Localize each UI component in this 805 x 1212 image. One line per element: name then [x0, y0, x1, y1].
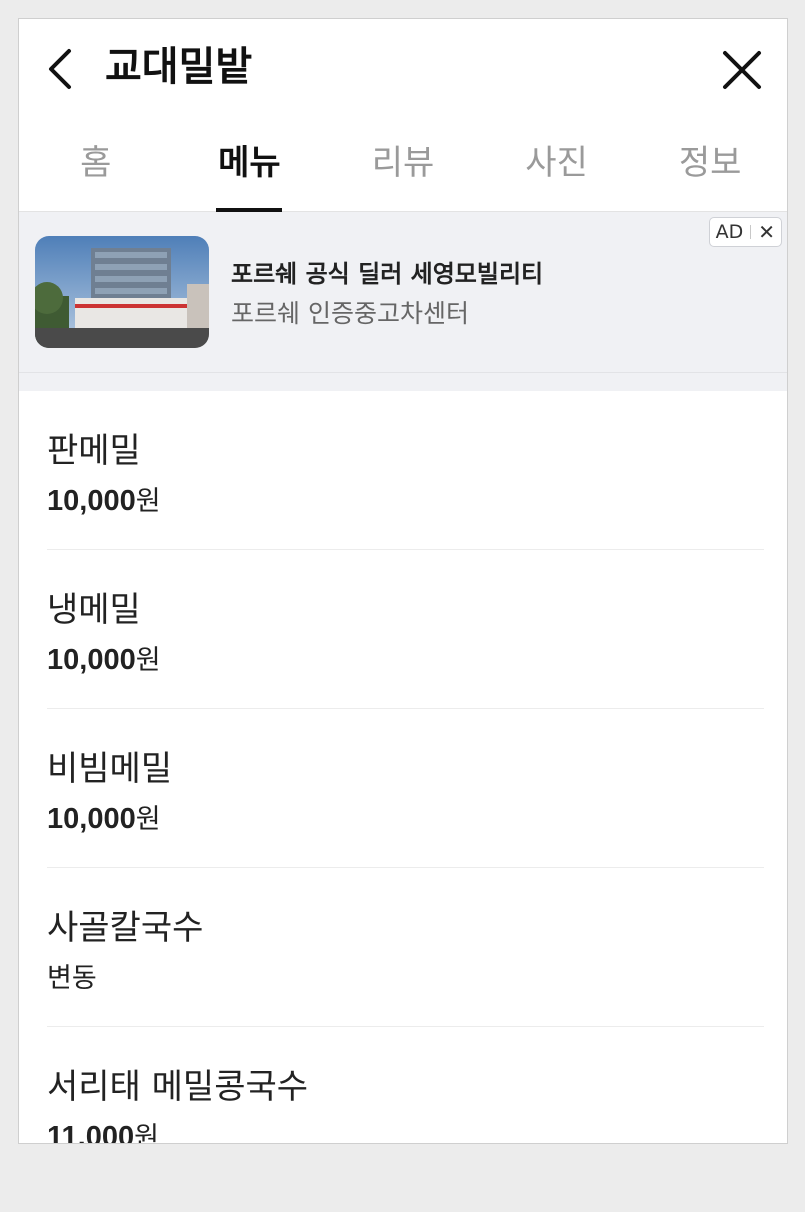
menu-list: 판메밀 10,000원 냉메밀 10,000원 비빔메밀 10,000원 사골칼… — [19, 391, 787, 1144]
menu-item[interactable]: 서리태 메밀콩국수 11,000원 — [47, 1027, 764, 1144]
menu-item[interactable]: 사골칼국수 변동 — [47, 868, 764, 1027]
page-title: 교대밀밭 — [105, 44, 253, 90]
menu-item[interactable]: 판메밀 10,000원 — [47, 391, 764, 550]
price-number: 10,000 — [47, 803, 136, 835]
menu-item-name: 비빔메밀 — [47, 749, 173, 789]
price-number: 11,000 — [47, 1121, 135, 1144]
menu-item-name: 사골칼국수 — [47, 908, 204, 948]
price-unit: 원 — [135, 804, 161, 835]
menu-item-price: 11,000원 — [47, 1115, 159, 1144]
tab-home[interactable]: 홈 — [19, 127, 173, 211]
ad-close-icon[interactable]: ✕ — [758, 220, 775, 244]
ad-subtitle[interactable]: 포르쉐 인증중고차센터 — [231, 294, 469, 330]
ad-title[interactable]: 포르쉐 공식 딜러 세영모빌리티 — [231, 254, 543, 289]
price-number: 10,000 — [47, 644, 136, 676]
header: 교대밀밭 — [19, 19, 787, 127]
menu-item-price: 10,000원 — [47, 638, 161, 677]
tab-bar: 홈 메뉴 리뷰 사진 정보 — [19, 127, 787, 212]
menu-item-price: 10,000원 — [47, 479, 161, 518]
menu-item-name: 서리태 메밀콩국수 — [47, 1067, 309, 1107]
chevron-left-icon[interactable] — [45, 47, 75, 91]
tab-photos[interactable]: 사진 — [480, 127, 634, 211]
close-icon[interactable] — [721, 49, 763, 91]
ad-banner[interactable]: 포르쉐 공식 딜러 세영모빌리티 포르쉐 인증중고차센터 AD ✕ — [19, 212, 787, 373]
menu-item-name: 판메밀 — [47, 431, 141, 471]
ad-badge: AD ✕ — [708, 217, 782, 247]
price-number: 10,000 — [47, 485, 136, 517]
ad-badge-divider — [750, 225, 752, 239]
price-unit: 원 — [135, 645, 161, 676]
ad-label: AD — [715, 221, 744, 243]
price-unit: 원 — [135, 486, 161, 517]
tab-info[interactable]: 정보 — [633, 127, 787, 211]
tab-menu[interactable]: 메뉴 — [173, 127, 327, 212]
menu-item[interactable]: 냉메밀 10,000원 — [47, 550, 764, 709]
menu-item-price: 10,000원 — [47, 797, 161, 836]
menu-item-price: 변동 — [47, 956, 97, 995]
menu-item-name: 냉메밀 — [47, 590, 141, 630]
tab-reviews[interactable]: 리뷰 — [326, 127, 480, 211]
section-gap — [19, 373, 787, 391]
price-unit: 원 — [134, 1122, 159, 1144]
menu-item[interactable]: 비빔메밀 10,000원 — [47, 709, 764, 868]
app-frame: 교대밀밭 홈 메뉴 리뷰 사진 정보 포르쉐 공식 딜러 세영모빌리티 포르쉐 … — [18, 18, 788, 1144]
ad-image[interactable] — [35, 236, 209, 348]
price-unit: 변동 — [47, 963, 97, 994]
